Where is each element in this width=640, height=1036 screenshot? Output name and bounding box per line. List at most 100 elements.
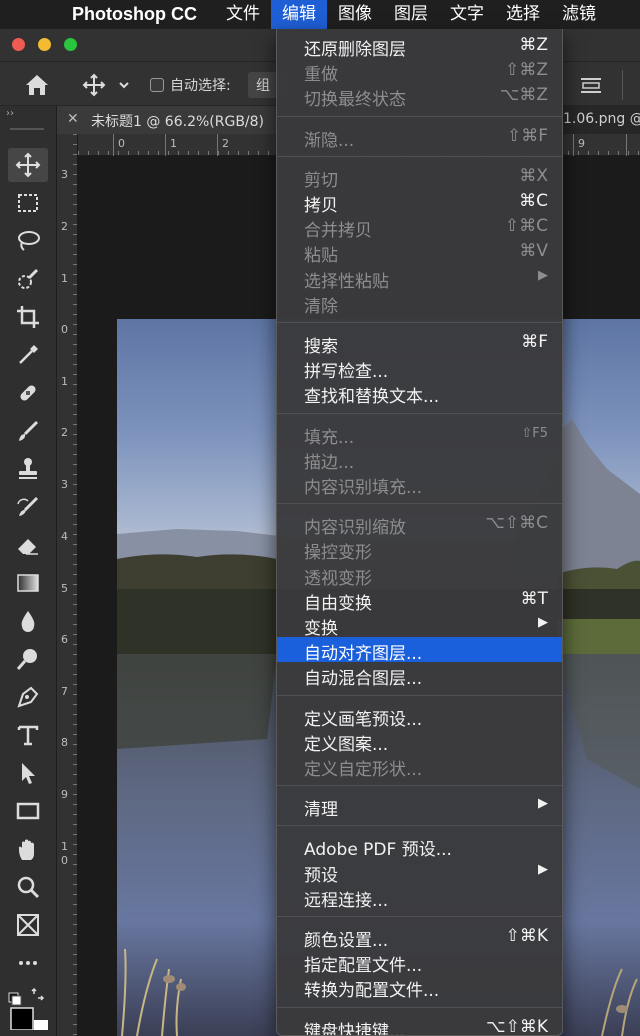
menu-layer[interactable]: 图层 <box>383 0 439 29</box>
ruler-label: 3 <box>61 478 68 491</box>
edit-menu-item[interactable]: 远程连接... <box>277 884 562 911</box>
type-tool-icon[interactable] <box>8 718 48 752</box>
edit-menu-item[interactable]: 定义图案... <box>277 728 562 755</box>
auto-select-option[interactable]: 自动选择: <box>150 75 231 95</box>
menu-item-label: 变换 <box>304 619 338 639</box>
edit-menu-item[interactable]: 拼写检查... <box>277 355 562 382</box>
lasso-tool-icon[interactable] <box>8 224 48 258</box>
blur-tool-icon[interactable] <box>8 604 48 638</box>
menu-edit[interactable]: 编辑 <box>270 0 327 29</box>
menu-separator <box>277 115 562 117</box>
edit-menu-item[interactable]: 查找和替换文本... <box>277 380 562 407</box>
menu-item-label: 定义画笔预设... <box>304 709 423 730</box>
edit-menu-item[interactable]: 剪切 ⌘X <box>277 164 562 191</box>
edit-menu-item[interactable]: 内容识别填充... <box>277 471 562 498</box>
menu-select[interactable]: 选择 <box>495 0 551 29</box>
edit-menu-item[interactable]: 定义自定形状... <box>277 753 562 780</box>
app-menu[interactable]: Photoshop CC <box>52 4 215 25</box>
menu-item-shortcut: ⌘T <box>520 588 548 609</box>
history-brush-tool-icon[interactable] <box>8 490 48 524</box>
edit-menu-item[interactable]: 切换最终状态 ⌥⌘Z <box>277 83 562 110</box>
menu-item-shortcut: ⌘C <box>519 191 548 211</box>
ruler-label: 2 <box>61 426 68 439</box>
ruler-label: 1 <box>170 137 177 150</box>
menu-item-label: 操控变形 <box>304 543 372 564</box>
edit-menu-item[interactable]: 搜索 ⌘F <box>277 330 562 357</box>
edit-menu-item[interactable]: 重做 ⇧⌘Z <box>277 58 562 85</box>
hand-tool-icon[interactable] <box>8 832 48 866</box>
menu-item-shortcut: ⌥⌘Z <box>499 85 548 106</box>
align-button[interactable] <box>577 74 605 96</box>
menu-item-label: 描边... <box>304 452 355 473</box>
menu-separator <box>277 155 562 157</box>
menu-separator <box>277 825 562 827</box>
close-tab-icon[interactable]: ✕ <box>67 111 79 127</box>
gradient-tool-icon[interactable] <box>8 566 48 600</box>
home-button[interactable] <box>20 71 54 99</box>
healing-brush-tool-icon[interactable] <box>8 376 48 410</box>
menu-separator <box>277 916 562 917</box>
menu-filter[interactable]: 滤镜 <box>551 0 607 29</box>
panel-collapse-icon[interactable]: ›› <box>6 108 14 119</box>
edit-menu-item[interactable]: 渐隐... ⇧⌘F <box>277 124 562 151</box>
move-tool-icon[interactable] <box>8 148 48 182</box>
pen-tool-icon[interactable] <box>8 680 48 714</box>
edit-menu-item[interactable]: 粘贴 ⌘V <box>277 239 562 267</box>
edit-menu-item[interactable]: 键盘快捷键... ⌥⇧⌘K <box>277 1015 562 1036</box>
path-select-tool-icon[interactable] <box>8 756 48 790</box>
ruler-label: 4 <box>61 530 68 543</box>
edit-menu-item[interactable]: 定义画笔预设... <box>277 703 562 730</box>
marquee-tool-icon[interactable] <box>8 186 48 220</box>
edit-menu-item[interactable]: 自动对齐图层... <box>277 637 562 664</box>
edit-menu-item[interactable]: 选择性粘贴 ▶ <box>277 265 562 292</box>
edit-menu-item[interactable]: 合并拷贝 ⇧⌘C <box>277 214 562 241</box>
window-minimize-button[interactable] <box>38 38 51 51</box>
document-tab[interactable]: ✕ 未标题1 @ 66.2%(RGB/8) <box>57 106 277 134</box>
clone-stamp-tool-icon[interactable] <box>8 452 48 486</box>
ruler-label: 2 <box>61 220 68 233</box>
window-close-button[interactable] <box>12 38 25 51</box>
vertical-ruler[interactable]: 3 2 1 0 1 2 3 4 5 6 7 8 9 1 0 <box>57 134 78 1036</box>
document-tab-2-title[interactable]: 1.06.png @ <box>563 111 640 127</box>
edit-menu-item[interactable]: 自由变换 ⌘T <box>277 587 562 614</box>
edit-menu-item[interactable]: 自动混合图层... <box>277 662 562 689</box>
edit-menu-item[interactable]: 描边... <box>277 446 562 473</box>
home-icon <box>26 75 48 95</box>
edit-menu-item[interactable]: 转换为配置文件... <box>277 974 562 1001</box>
brush-tool-icon[interactable] <box>8 414 48 448</box>
menu-file[interactable]: 文件 <box>215 0 271 29</box>
edit-menu-item[interactable]: 拷贝 ⌘C <box>277 189 562 216</box>
edit-menu-item[interactable]: 操控变形 <box>277 536 562 564</box>
menu-item-label: 粘贴 <box>304 246 338 267</box>
menu-item-label: 剪切 <box>304 170 338 191</box>
edit-menu-item[interactable]: 填充... ⇧F5 <box>277 421 562 448</box>
color-swatches[interactable] <box>8 984 48 1030</box>
edit-menu-item[interactable]: Adobe PDF 预设... <box>277 833 562 860</box>
frame-tool-icon[interactable] <box>8 908 48 942</box>
window-maximize-button[interactable] <box>64 38 77 51</box>
eraser-tool-icon[interactable] <box>8 528 48 562</box>
rectangle-tool-icon[interactable] <box>8 794 48 828</box>
edit-menu-item[interactable]: 指定配置文件... <box>277 949 562 976</box>
dodge-tool-icon[interactable] <box>8 642 48 676</box>
edit-menu-item[interactable]: 颜色设置... ⇧⌘K <box>277 924 562 951</box>
edit-menu-item[interactable]: 变换 ▶ <box>277 612 562 639</box>
more-tools-icon[interactable] <box>8 946 48 980</box>
edit-menu-item[interactable]: 预设 ▶ <box>277 859 562 886</box>
edit-menu-item[interactable]: 清理 ▶ <box>277 793 562 820</box>
crop-tool-icon[interactable] <box>8 300 48 334</box>
quick-select-tool-icon[interactable] <box>8 262 48 296</box>
edit-menu-item[interactable]: 内容识别缩放 ⌥⇧⌘C <box>277 511 562 538</box>
menu-item-shortcut: ⌥⇧⌘K <box>486 1016 548 1036</box>
panel-grip[interactable] <box>10 128 44 130</box>
edit-menu-item[interactable]: 还原删除图层 ⌘Z <box>277 33 562 60</box>
menu-image[interactable]: 图像 <box>327 0 383 29</box>
menu-type[interactable]: 文字 <box>439 0 495 29</box>
edit-menu-item[interactable]: 清除 <box>277 290 562 317</box>
zoom-tool-icon[interactable] <box>8 870 48 904</box>
move-tool-preset-button[interactable] <box>80 71 136 99</box>
auto-select-checkbox[interactable] <box>150 78 164 92</box>
eyedropper-tool-icon[interactable] <box>8 338 48 372</box>
edit-menu-item[interactable]: 透视变形 <box>277 562 562 589</box>
menu-item-shortcut: ⇧⌘F <box>506 125 548 146</box>
